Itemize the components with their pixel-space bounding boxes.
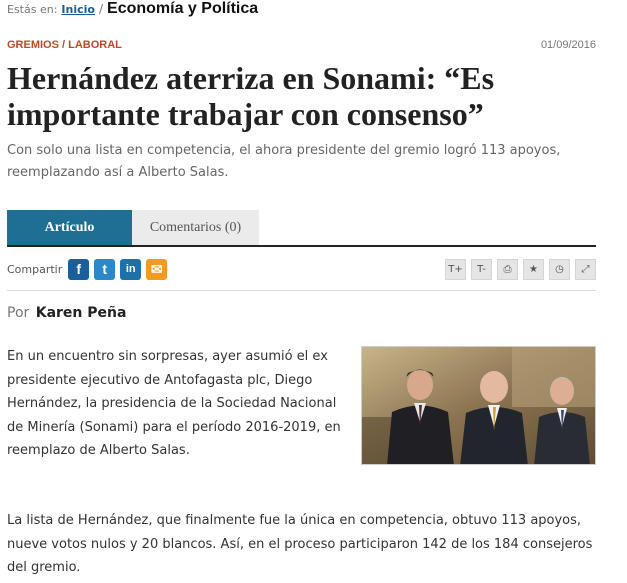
facebook-share-icon[interactable]: f: [68, 258, 90, 280]
article-photo-image: [362, 347, 595, 464]
byline-prefix: Por: [7, 305, 30, 321]
tab-article[interactable]: Artículo: [7, 210, 132, 245]
byline: Por Karen Peña: [7, 305, 126, 321]
article-tools: T+ T- ⎙ ★ ◷ ⤢: [440, 258, 596, 280]
article-date: 01/09/2016: [540, 39, 596, 51]
article-meta: GREMIOS / LABORAL 01/09/2016: [7, 37, 596, 53]
breadcrumb-section: Economía y Política: [107, 0, 259, 17]
divider: [7, 290, 596, 291]
text-smaller-icon[interactable]: T-: [471, 258, 492, 280]
article-tabs: Artículo Comentarios (0): [7, 210, 596, 247]
share-label: Compartir: [7, 262, 63, 276]
email-share-icon[interactable]: ✉: [146, 258, 168, 280]
article-paragraph-2: La lista de Hernández, que finalmente fu…: [7, 513, 593, 575]
breadcrumb-prefix: Estás en:: [7, 3, 58, 16]
breadcrumb-home-link[interactable]: Inicio: [61, 3, 95, 16]
linkedin-share-icon[interactable]: in: [120, 258, 142, 280]
article-paragraph-1: En un encuentro sin sorpresas, ayer asum…: [7, 349, 341, 458]
article-category[interactable]: GREMIOS / LABORAL: [7, 39, 122, 51]
favorite-star-icon[interactable]: ★: [523, 258, 544, 280]
twitter-share-icon[interactable]: t: [94, 258, 116, 280]
byline-author: Karen Peña: [35, 305, 127, 321]
fullscreen-icon[interactable]: ⤢: [575, 258, 596, 280]
text-larger-icon[interactable]: T+: [445, 258, 466, 280]
tab-comments[interactable]: Comentarios (0): [132, 210, 259, 245]
article-photo: [361, 346, 596, 465]
article-subtitle: Con solo una lista en competencia, el ah…: [7, 143, 561, 180]
share-toolbar: Compartir f t in ✉ T+ T- ⎙ ★ ◷ ⤢: [7, 256, 596, 282]
breadcrumb-separator: /: [98, 2, 104, 16]
article-title: Hernández aterriza en Sonami: “Es import…: [7, 60, 495, 132]
clock-icon[interactable]: ◷: [549, 258, 570, 280]
breadcrumb: Estás en: Inicio / Economía y Política: [7, 0, 258, 22]
print-icon[interactable]: ⎙: [497, 258, 518, 280]
